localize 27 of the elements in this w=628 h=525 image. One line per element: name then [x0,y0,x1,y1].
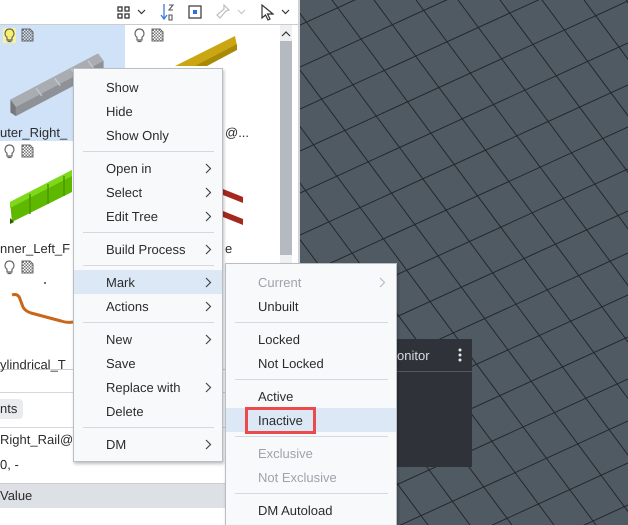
part-name: @... [225,125,250,140]
menu-item-label: DM [106,436,126,452]
menu-item-label: Unbuilt [258,298,298,314]
menu-item-label: Edit Tree [106,208,158,224]
menu-item-label: Actions [106,298,149,314]
menu-item-label: Exclusive [258,446,313,460]
menu-item-label: Not Locked [258,356,324,370]
panel-title: onitor [397,348,430,362]
menu-item-label: Save [106,356,136,370]
menu-item-label: Current [258,274,302,290]
part-name: nner_Left_F [0,241,70,256]
menu-item-label: Open in [106,160,152,176]
part-name: ylindrical_T [0,357,66,372]
menu-item-label: New [106,332,132,346]
part-name: uter_Right_ [0,125,68,140]
menu-item-label: Locked [258,332,300,346]
menu-item-label: Build Process [106,242,186,256]
menu-item-label: Not Exclusive [258,470,337,484]
menu-item-label: Active [258,388,294,404]
property-text: 0, - [0,456,19,474]
property-text: Right_Rail@ [0,431,74,449]
menu-item-label: Inactive [248,410,313,430]
menu-item-label: Mark [106,274,135,290]
part-name: e [225,241,232,256]
menu-item-label: Delete [106,404,144,418]
menu-item-label: Replace with [106,380,180,394]
menu-item-label: Select [106,184,142,200]
